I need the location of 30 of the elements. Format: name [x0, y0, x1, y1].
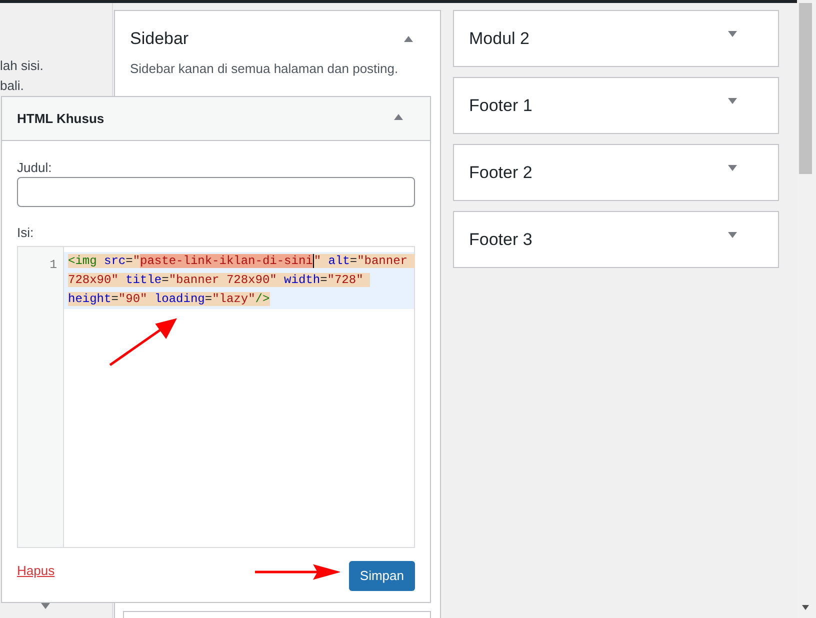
widget-title: HTML Khusus	[17, 110, 104, 128]
caret-down-icon[interactable]	[728, 165, 737, 171]
widget-area-panel[interactable]: Footer 3	[453, 211, 779, 268]
line-number: 1	[50, 258, 57, 272]
field-label: Judul:	[17, 160, 53, 176]
area-title: Footer 3	[469, 229, 532, 251]
description-text: lah sisi.	[0, 58, 44, 74]
caret-down-icon[interactable]	[728, 98, 737, 104]
save-button[interactable]: Simpan	[348, 561, 415, 591]
widget-area-panel[interactable]: Footer 1	[453, 77, 779, 134]
area-description: Sidebar kanan di semua halaman dan posting.	[130, 60, 400, 78]
caret-down-icon[interactable]	[728, 31, 737, 37]
area-title: Sidebar	[130, 28, 189, 50]
delete-link[interactable]: Hapus	[17, 561, 55, 581]
title-field[interactable]	[17, 177, 415, 207]
area-title: Footer 2	[469, 162, 532, 184]
description-text: bali.	[0, 78, 25, 94]
field-label: Isi:	[17, 225, 35, 241]
scroll-down-icon[interactable]	[802, 605, 809, 610]
widget-area-panel[interactable]: Modul 2	[453, 10, 779, 67]
scrollbar-thumb[interactable]	[799, 3, 812, 174]
caret-up-icon[interactable]	[394, 114, 403, 120]
caret-up-icon[interactable]	[404, 36, 413, 42]
widget-header[interactable]: HTML Khusus	[2, 97, 430, 141]
widget-area-panel[interactable]: Footer 2	[453, 144, 779, 201]
arrow-drawing	[108, 318, 178, 368]
code-editor[interactable]: 1 <img src="paste-link-iklan-di-sini" alt="banner 728x90" title="banner 728x90" width="728" height="90" loading="lazy"/>	[17, 246, 415, 548]
caret-down-icon[interactable]	[728, 232, 737, 238]
area-title: Modul 2	[469, 28, 530, 50]
area-title: Footer 1	[469, 95, 532, 117]
